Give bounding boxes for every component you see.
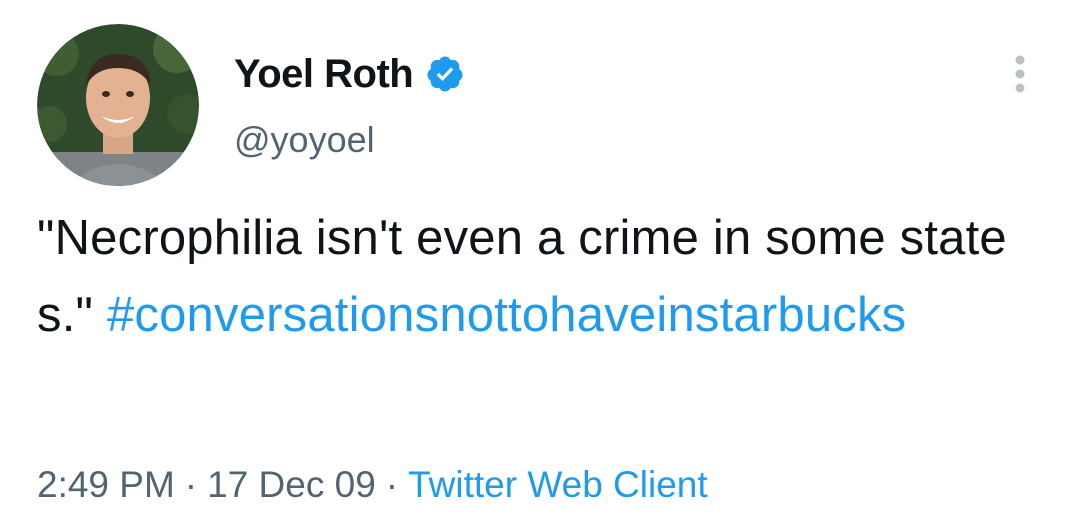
separator: · [184,464,198,505]
hashtag-link[interactable]: #conversationsnottohaveinstarbucks [107,288,906,342]
display-name-row: Yoel Roth [234,50,465,98]
separator: · [385,464,399,505]
handle[interactable]: @yoyoel [234,118,375,162]
display-name[interactable]: Yoel Roth [234,50,414,98]
avatar[interactable] [37,24,199,186]
tweet-date[interactable]: 17 Dec 09 [207,464,376,505]
source-link[interactable]: Twitter Web Client [408,464,708,505]
more-options-icon[interactable] [1008,52,1032,96]
tweet-text: "Necrophilia isn't even a crime in some … [37,200,1047,354]
tweet-card: Yoel Roth @yoyoel "Necrophilia isn't eve… [0,0,1080,530]
verified-badge-icon [425,54,465,94]
tweet-time[interactable]: 2:49 PM [37,464,175,505]
tweet-metadata: 2:49 PM · 17 Dec 09 · Twitter Web Client [37,460,708,510]
